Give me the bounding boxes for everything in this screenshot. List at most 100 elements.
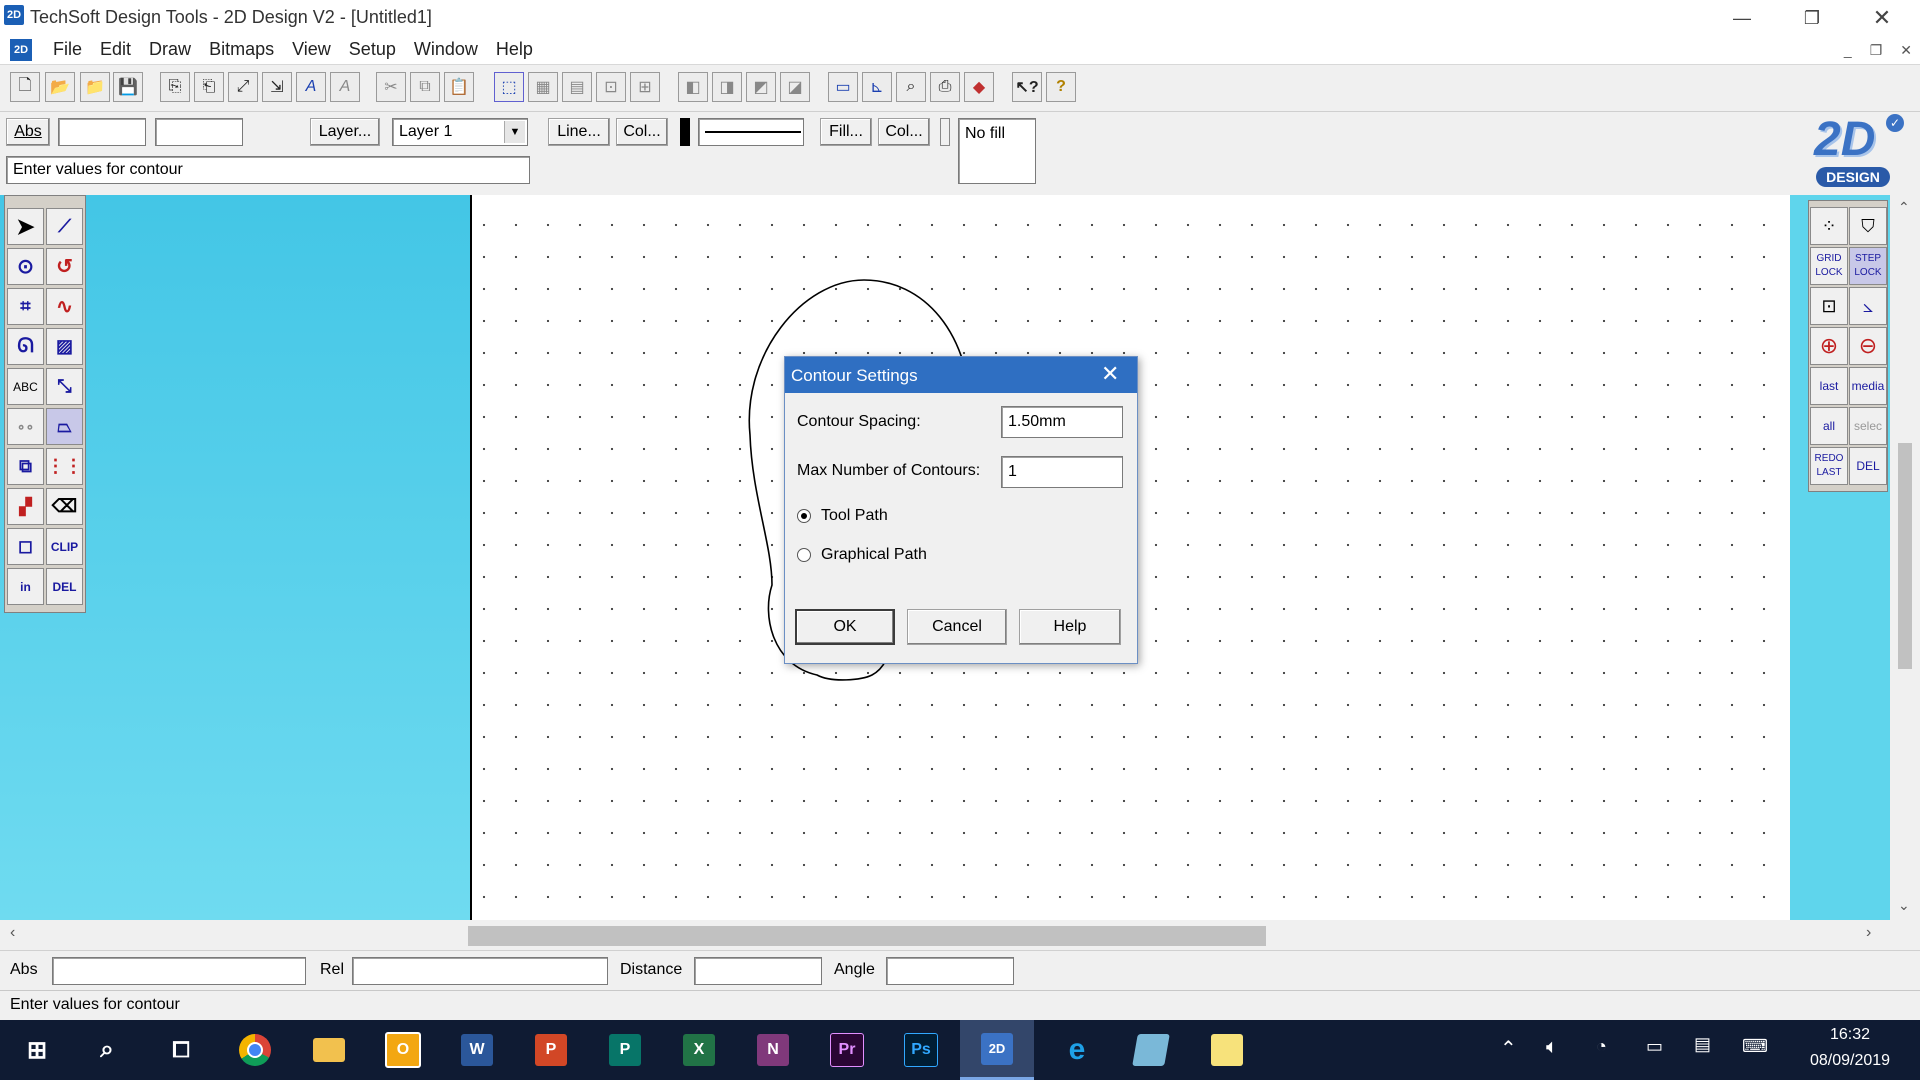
scroll-left-icon[interactable]: ‹ [10, 924, 15, 942]
chevron-down-icon[interactable]: ▼ [504, 121, 525, 143]
align-icon[interactable]: ⊡ [596, 72, 626, 102]
fill-colour-button[interactable]: Col... [878, 118, 930, 146]
menu-view[interactable]: View [283, 39, 340, 60]
horizontal-scroll-thumb[interactable] [468, 926, 1266, 946]
zoom-out-icon[interactable]: ⊖ [1849, 327, 1887, 365]
step-lock-button[interactable]: STEP LOCK [1849, 247, 1887, 285]
dimension-tool-icon[interactable]: ⤡ [46, 368, 83, 405]
horizontal-scrollbar[interactable]: ‹ › [0, 920, 1890, 950]
max-contours-input[interactable]: 1 [1001, 456, 1123, 488]
menu-window[interactable]: Window [405, 39, 487, 60]
photoshop-icon[interactable]: Ps [884, 1020, 958, 1080]
group-icon[interactable]: ▦ [528, 72, 558, 102]
y-coordinate-field[interactable] [155, 118, 243, 146]
zoom-tool-icon[interactable]: ⌕ [896, 72, 926, 102]
network-icon[interactable]: ◔ [1596, 1036, 1607, 1057]
fill-button[interactable]: Fill... [820, 118, 872, 146]
sticky-notes-icon[interactable] [1190, 1020, 1264, 1080]
menu-setup[interactable]: Setup [340, 39, 405, 60]
menu-draw[interactable]: Draw [140, 39, 200, 60]
zoom-all-button[interactable]: all [1810, 407, 1848, 445]
line-colour-button[interactable]: Col... [616, 118, 668, 146]
text-icon[interactable]: A [296, 72, 326, 102]
zoom-in-icon[interactable]: ⊕ [1810, 327, 1848, 365]
open-icon[interactable]: 📂 [45, 72, 75, 102]
clip-tool-icon[interactable]: CLIP [46, 528, 83, 565]
word-icon[interactable]: W [440, 1020, 514, 1080]
array-tool-icon[interactable]: ⋮⋮ [46, 448, 83, 485]
dialog-close-icon[interactable]: ✕ [1101, 361, 1119, 387]
prompt-field[interactable]: Enter values for contour [6, 156, 530, 184]
eraser-tool-icon[interactable]: ⌫ [46, 488, 83, 525]
snap-point-icon[interactable]: ⊡ [1810, 287, 1848, 325]
vertical-scroll-thumb[interactable] [1898, 443, 1912, 669]
layer-down-icon[interactable]: ◨ [712, 72, 742, 102]
line-button[interactable]: Line... [548, 118, 610, 146]
copy-tool-icon[interactable]: ⧉ [7, 448, 44, 485]
back-icon[interactable]: ◪ [780, 72, 810, 102]
mirror-tool-icon[interactable]: ▞ [7, 488, 44, 525]
zoom-media-button[interactable]: media [1849, 367, 1887, 405]
cancel-button[interactable]: Cancel [907, 609, 1007, 645]
stretch-icon[interactable]: ⇲ [262, 72, 292, 102]
task-view-icon[interactable]: ⧠ [144, 1020, 218, 1080]
select-icon[interactable]: ⬚ [494, 72, 524, 102]
ungroup-icon[interactable]: ▤ [562, 72, 592, 102]
cut-icon[interactable]: ✂ [376, 72, 406, 102]
scroll-right-icon[interactable]: › [1866, 924, 1871, 942]
new-icon[interactable]: 🗋 [10, 72, 40, 102]
import-icon[interactable]: ⎘ [160, 72, 190, 102]
filter-icon[interactable]: ⛉ [1849, 207, 1887, 245]
app-icon[interactable] [1114, 1020, 1188, 1080]
graphical-path-radio[interactable] [797, 548, 811, 562]
clock-time[interactable]: 16:32 [1800, 1026, 1900, 1044]
keyboard-icon[interactable]: ⌨ [1742, 1036, 1768, 1057]
menu-help[interactable]: Help [487, 39, 542, 60]
line-colour-swatch[interactable] [680, 118, 690, 146]
2d-design-icon[interactable]: 2D [960, 1020, 1034, 1080]
ok-button[interactable]: OK [795, 609, 895, 645]
search-icon[interactable]: ⌕ [70, 1020, 144, 1080]
volume-icon[interactable]: 🔈︎ [1546, 1036, 1558, 1059]
contour-tool-icon[interactable]: ⏢ [46, 408, 83, 445]
save-icon[interactable]: 💾 [113, 72, 143, 102]
mdi-restore-button[interactable]: ❐ [1870, 42, 1883, 59]
delete-tool-icon[interactable]: DEL [46, 568, 83, 605]
grid-icon[interactable]: ⁘ [1810, 207, 1848, 245]
distribute-icon[interactable]: ⊞ [630, 72, 660, 102]
print-icon[interactable]: ⎙ [930, 72, 960, 102]
redo-last-button[interactable]: REDO LAST [1810, 447, 1848, 485]
trim-tool-icon[interactable]: ◻ [7, 528, 44, 565]
minimize-button[interactable]: — [1712, 0, 1772, 36]
zoom-last-button[interactable]: last [1810, 367, 1848, 405]
show-hidden-icons[interactable]: ⌃ [1500, 1036, 1517, 1061]
fillet-tool-icon[interactable]: ᘏ [7, 328, 44, 365]
excel-icon[interactable]: X [662, 1020, 736, 1080]
pointer-tool-icon[interactable]: ➤ [7, 208, 44, 245]
3d-icon[interactable]: ◆ [964, 72, 994, 102]
scroll-down-icon[interactable]: ⌄ [1898, 897, 1910, 914]
start-icon[interactable]: ⊞ [0, 1020, 74, 1080]
hatch-tool-icon[interactable]: ▨ [46, 328, 83, 365]
premiere-icon[interactable]: Pr [810, 1020, 884, 1080]
layer-select[interactable]: Layer 1 ▼ [392, 118, 528, 146]
tool-path-radio[interactable] [797, 509, 811, 523]
onenote-icon[interactable]: N [736, 1020, 810, 1080]
publisher-icon[interactable]: P [588, 1020, 662, 1080]
graphical-path-label[interactable]: Graphical Path [821, 546, 927, 564]
axes-icon[interactable]: ⦣ [1849, 287, 1887, 325]
measure-icon[interactable]: ⊾ [862, 72, 892, 102]
copy-icon[interactable]: ⧉ [410, 72, 440, 102]
dialog-title-bar[interactable]: Contour Settings ✕ [785, 357, 1137, 393]
help-icon[interactable]: ? [1046, 72, 1076, 102]
open-folder-icon[interactable]: 📁 [80, 72, 110, 102]
front-icon[interactable]: ◩ [746, 72, 776, 102]
notification-icon[interactable]: ▤ [1694, 1034, 1711, 1055]
curve-tool-icon[interactable]: ∿ [46, 288, 83, 325]
zoom-in-tool-icon[interactable]: in [7, 568, 44, 605]
outlook-icon[interactable]: O [366, 1020, 440, 1080]
mdi-close-button[interactable]: ✕ [1900, 42, 1912, 59]
battery-icon[interactable]: ▭ [1646, 1036, 1663, 1057]
menu-edit[interactable]: Edit [91, 39, 140, 60]
frame-icon[interactable]: ▭ [828, 72, 858, 102]
